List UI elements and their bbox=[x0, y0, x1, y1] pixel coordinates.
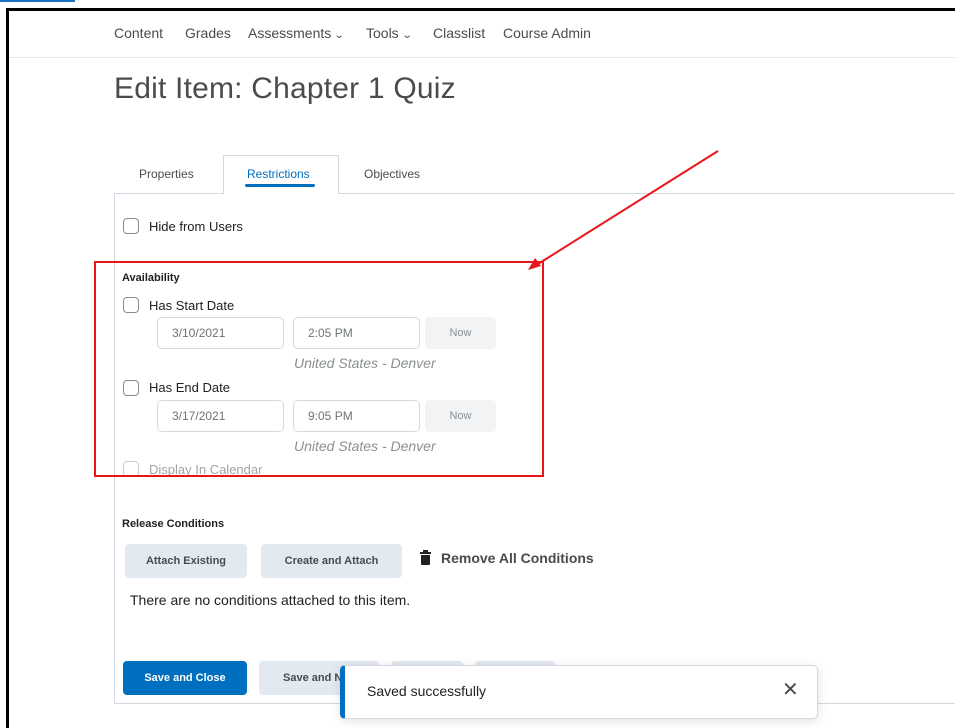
annotation-arrow bbox=[528, 150, 719, 270]
toast-message: Saved successfully bbox=[367, 683, 487, 699]
saved-toast: Saved successfully ✕ bbox=[340, 665, 818, 719]
close-icon[interactable]: ✕ bbox=[782, 680, 799, 700]
annotation-arrow-line bbox=[537, 150, 719, 265]
annotation-arrow-head bbox=[528, 258, 541, 270]
